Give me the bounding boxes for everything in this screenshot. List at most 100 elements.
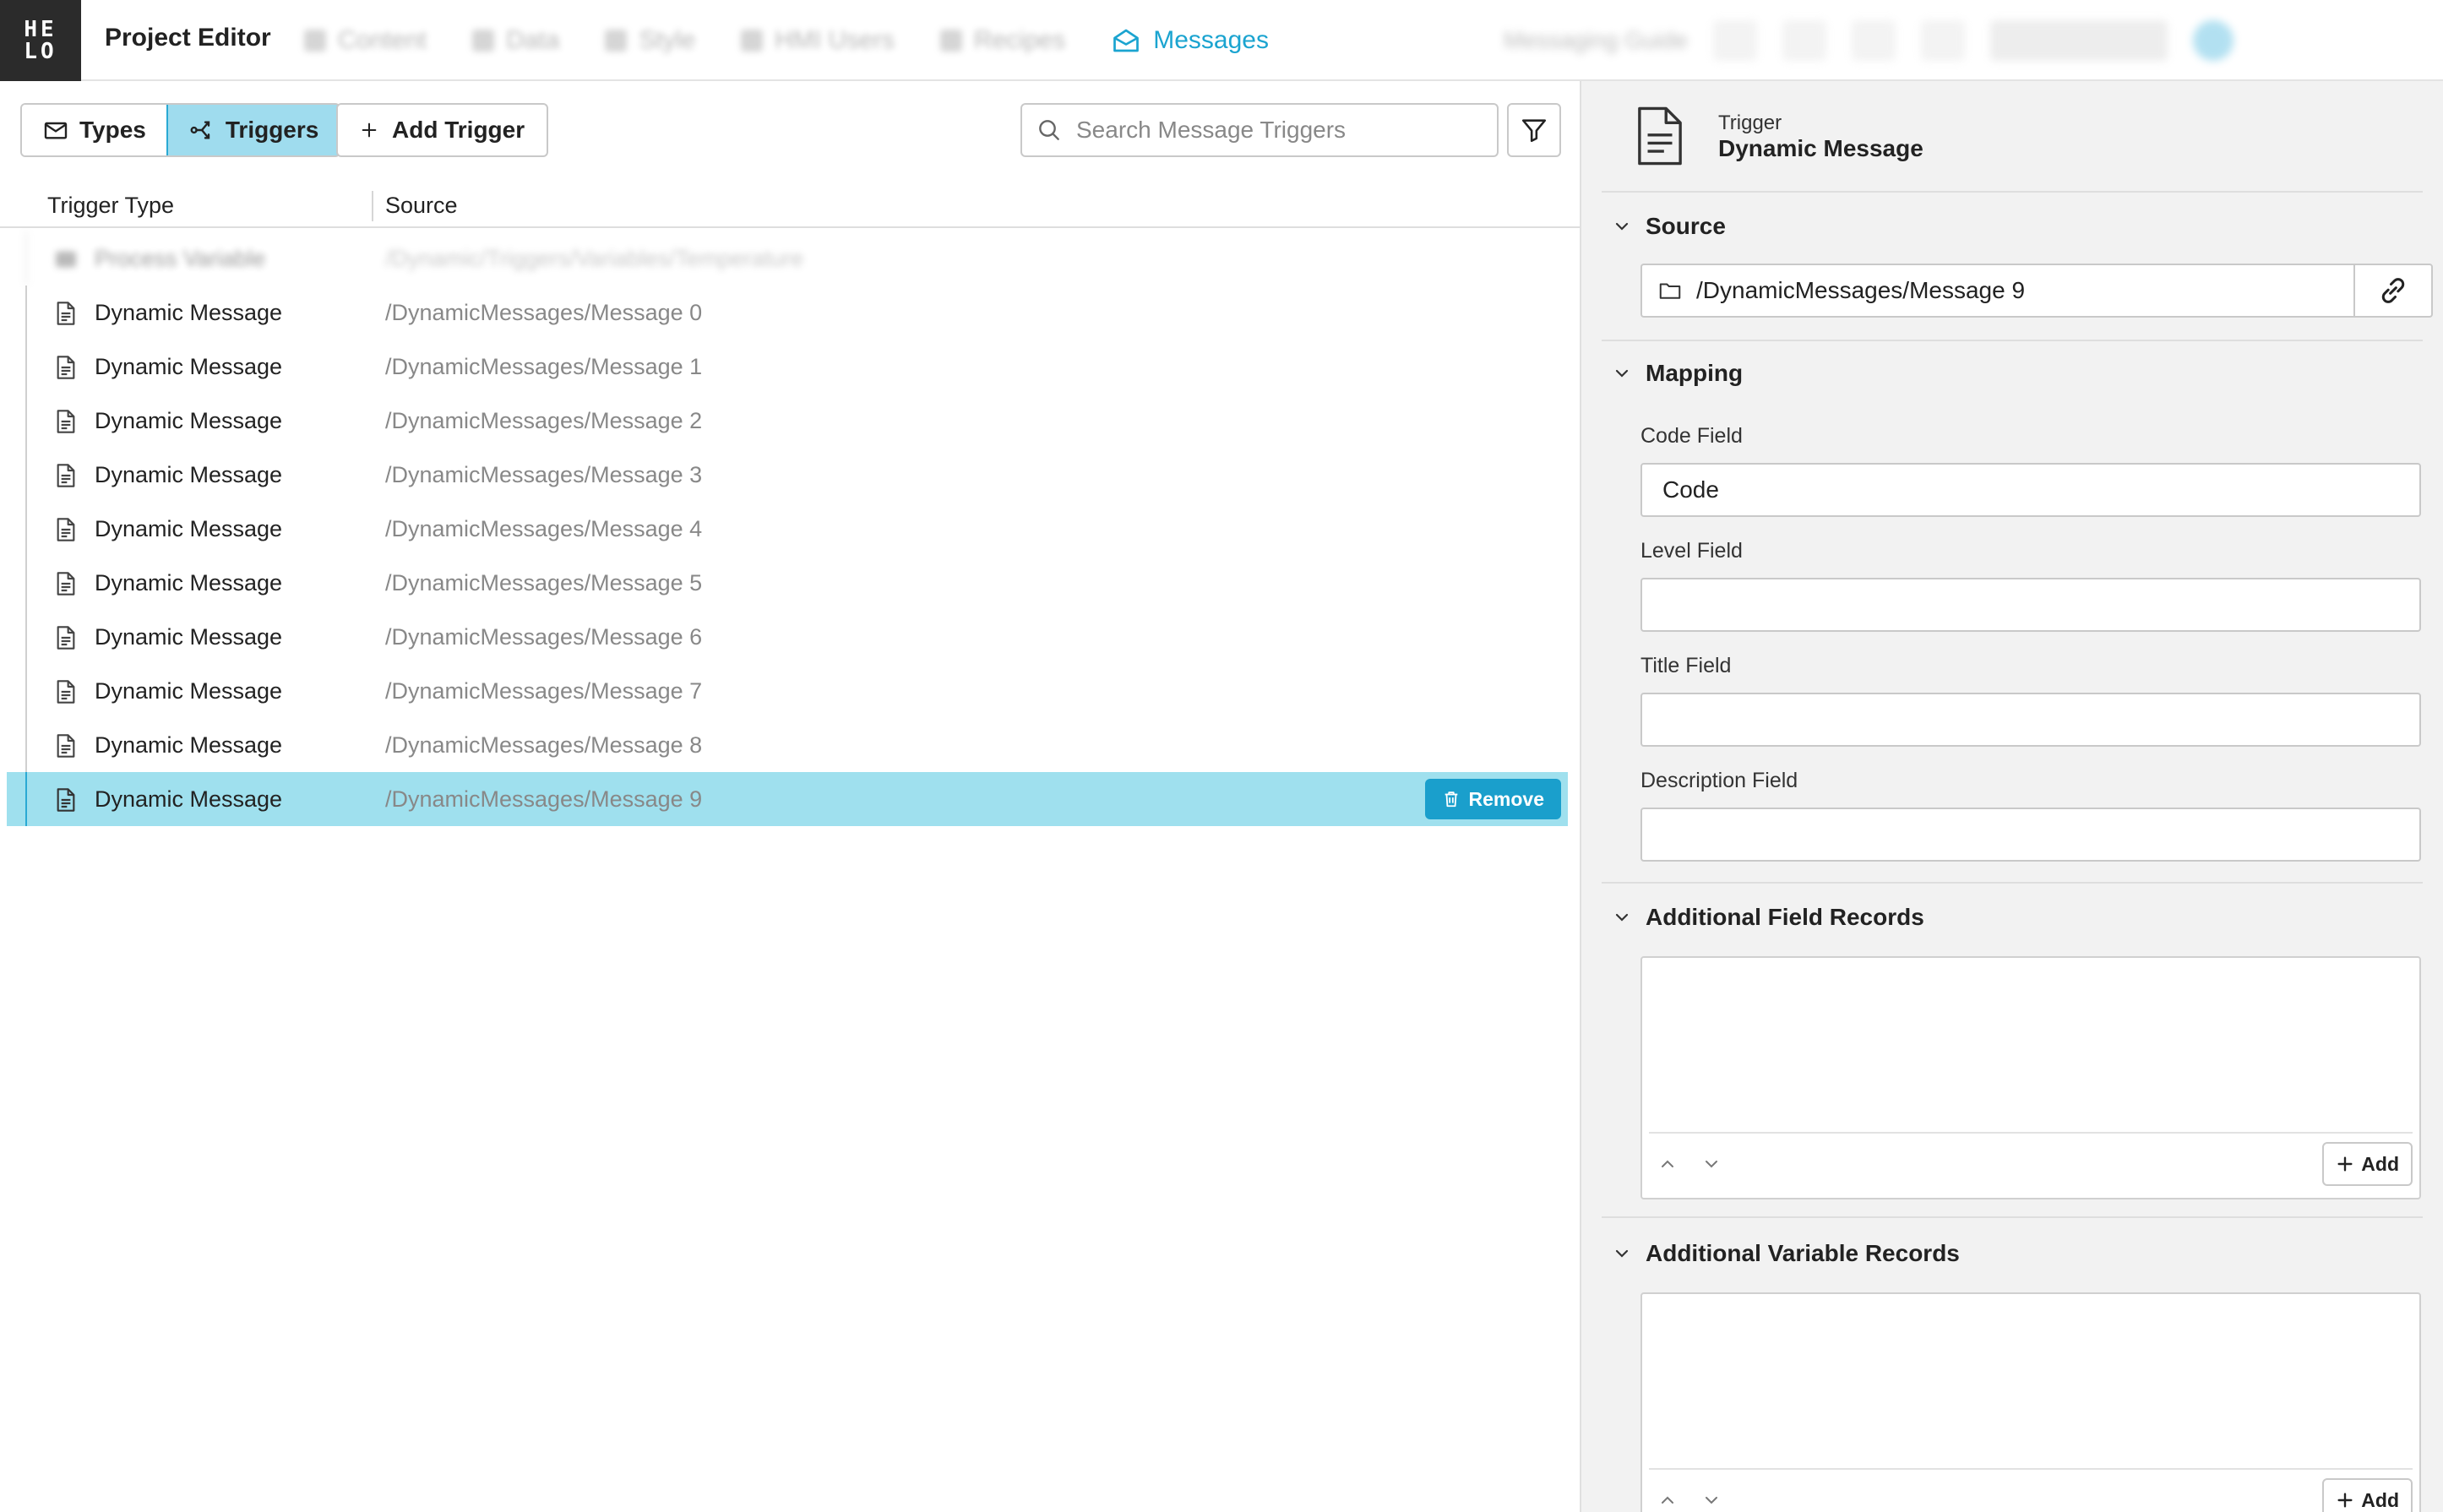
- row-source: /DynamicMessages/Message 4: [385, 516, 703, 541]
- nav-label: Recipes: [973, 26, 1066, 54]
- variable-icon: [56, 251, 76, 268]
- source-field[interactable]: /DynamicMessages/Message 9: [1640, 264, 2353, 318]
- add-label: Add: [2361, 1488, 2399, 1511]
- section-mapping-toggle[interactable]: Mapping: [1612, 360, 1743, 387]
- row-trigger-type: Dynamic Message: [95, 462, 283, 487]
- row-rail: [25, 286, 27, 340]
- level-field-label: Level Field: [1640, 539, 1743, 563]
- nav-item-content[interactable]: Content: [304, 26, 427, 55]
- table-row[interactable]: Dynamic Message /DynamicMessages/Message…: [7, 556, 1568, 610]
- row-trigger-type: Dynamic Message: [95, 408, 283, 433]
- source-value: /DynamicMessages/Message 9: [1696, 277, 2026, 303]
- table-row[interactable]: Dynamic Message /DynamicMessages/Message…: [7, 286, 1568, 340]
- field-records-list[interactable]: Add: [1640, 956, 2421, 1199]
- table-row[interactable]: Process Variable /Dynamic/Triggers/Varia…: [7, 231, 1568, 286]
- nav-item-data[interactable]: Data: [472, 26, 559, 55]
- search-input[interactable]: [1075, 116, 1483, 144]
- table-row[interactable]: Dynamic Message /DynamicMessages/Message…: [7, 610, 1568, 664]
- section-source-toggle[interactable]: Source: [1612, 213, 1726, 240]
- document-icon: [57, 302, 75, 325]
- document-icon: [57, 572, 75, 596]
- chevron-down-icon: [1615, 913, 1629, 922]
- filter-icon: [1521, 119, 1547, 143]
- search-icon: [1039, 120, 1059, 140]
- style-icon: [605, 30, 628, 52]
- row-rail: [25, 772, 27, 826]
- row-trigger-type: Dynamic Message: [95, 786, 283, 812]
- table-row[interactable]: Dynamic Message /DynamicMessages/Message…: [7, 448, 1568, 502]
- divider: [1649, 1132, 2413, 1134]
- link-source-button[interactable]: [2353, 264, 2433, 318]
- column-header-source[interactable]: Source: [385, 193, 458, 219]
- section-field-records-toggle[interactable]: Additional Field Records: [1612, 904, 1924, 931]
- description-field-input[interactable]: [1640, 808, 2421, 862]
- chevron-up-icon: [1662, 1160, 1673, 1167]
- row-rail: [25, 610, 27, 664]
- move-up-button[interactable]: [1652, 1485, 1683, 1512]
- code-field-input[interactable]: [1640, 463, 2421, 517]
- move-up-button[interactable]: [1652, 1149, 1683, 1179]
- envelope-icon: [44, 122, 68, 139]
- move-down-button[interactable]: [1696, 1485, 1727, 1512]
- section-variable-records-toggle[interactable]: Additional Variable Records: [1612, 1240, 1960, 1267]
- header-action-button[interactable]: [1851, 20, 1896, 61]
- table-row[interactable]: Dynamic Message /DynamicMessages/Message…: [7, 394, 1568, 448]
- guide-dropdown[interactable]: Messaging Guide: [1504, 27, 1688, 54]
- data-icon: [472, 30, 495, 52]
- divider: [1602, 882, 2423, 884]
- header-actions: Messaging Guide: [1504, 0, 2234, 81]
- table-row[interactable]: Dynamic Message /DynamicMessages/Message…: [7, 718, 1568, 772]
- main-nav: Content Data Style HMI Users Recipes Mes…: [304, 0, 1269, 81]
- table-row[interactable]: Dynamic Message /DynamicMessages/Message…: [7, 340, 1568, 394]
- header-action-button[interactable]: [1920, 20, 1965, 61]
- nav-item-hmi-users[interactable]: HMI Users: [741, 26, 895, 55]
- nav-item-messages[interactable]: Messages: [1111, 25, 1269, 56]
- document-icon: [57, 680, 75, 704]
- types-tab[interactable]: Types: [22, 105, 166, 155]
- title-field-input[interactable]: [1640, 693, 2421, 747]
- row-rail: [25, 340, 27, 394]
- nav-label: Style: [639, 26, 696, 54]
- details-header: Trigger Dynamic Message: [1581, 81, 2443, 193]
- row-source: /Dynamic/Triggers/Variables/Temperature: [385, 246, 804, 271]
- filter-button[interactable]: [1507, 103, 1561, 157]
- variable-records-list[interactable]: Add: [1640, 1292, 2421, 1512]
- column-header-trigger-type[interactable]: Trigger Type: [47, 193, 174, 219]
- level-field-input[interactable]: [1640, 578, 2421, 632]
- row-trigger-type: Dynamic Message: [95, 624, 283, 650]
- add-field-record-button[interactable]: Add: [2322, 1142, 2413, 1186]
- header-primary-button[interactable]: [1989, 20, 2168, 61]
- avatar[interactable]: [2192, 20, 2234, 61]
- table-row-selected[interactable]: Dynamic Message /DynamicMessages/Message…: [7, 772, 1568, 826]
- add-variable-record-button[interactable]: Add: [2322, 1478, 2413, 1512]
- app-logo[interactable]: HE LO: [0, 0, 81, 81]
- types-label: Types: [79, 117, 146, 143]
- add-trigger-button[interactable]: Add Trigger: [336, 103, 549, 157]
- divider: [1649, 1468, 2413, 1470]
- table-row[interactable]: Dynamic Message /DynamicMessages/Message…: [7, 502, 1568, 556]
- add-label: Add: [2361, 1152, 2399, 1175]
- header-action-button[interactable]: [1712, 20, 1757, 61]
- row-trigger-type: Dynamic Message: [95, 570, 283, 596]
- document-icon: [57, 788, 75, 812]
- branch-icon: [190, 121, 210, 139]
- nav-item-style[interactable]: Style: [605, 26, 695, 55]
- divider: [1602, 1216, 2423, 1218]
- plus-icon: [362, 122, 377, 138]
- header-action-button[interactable]: [1782, 20, 1826, 61]
- chevron-down-icon: [1615, 369, 1629, 378]
- link-icon: [2381, 278, 2405, 303]
- row-trigger-type: Dynamic Message: [95, 300, 283, 325]
- code-field-label: Code Field: [1640, 424, 1743, 448]
- details-kind-label: Trigger: [1718, 111, 1782, 134]
- trash-icon: [1445, 791, 1457, 808]
- table-row[interactable]: Dynamic Message /DynamicMessages/Message…: [7, 664, 1568, 718]
- row-trigger-type: Dynamic Message: [95, 354, 283, 379]
- column-divider[interactable]: [372, 191, 373, 221]
- document-icon: [57, 356, 75, 379]
- nav-item-recipes[interactable]: Recipes: [939, 26, 1066, 55]
- move-down-button[interactable]: [1696, 1149, 1727, 1179]
- content-icon: [304, 30, 326, 52]
- triggers-tab[interactable]: Triggers: [166, 105, 340, 155]
- remove-button[interactable]: Remove: [1424, 779, 1561, 819]
